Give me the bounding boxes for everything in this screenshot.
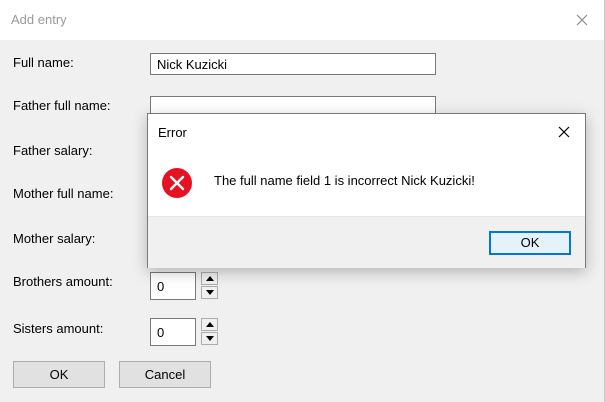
father-full-name-label: Father full name: (13, 98, 111, 113)
arrow-up-icon (206, 322, 214, 327)
error-icon (161, 167, 193, 199)
cancel-button[interactable]: Cancel (119, 361, 211, 388)
full-name-label: Full name: (13, 55, 74, 70)
brothers-spin-down[interactable] (201, 286, 218, 299)
error-dialog-footer: OK (148, 216, 585, 268)
arrow-down-icon (206, 290, 214, 295)
window-title: Add entry (11, 12, 67, 27)
title-bar: Add entry (0, 0, 604, 40)
arrow-down-icon (206, 336, 214, 341)
father-salary-label: Father salary: (13, 143, 93, 158)
mother-full-name-label: Mother full name: (13, 186, 114, 201)
mother-salary-label: Mother salary: (13, 231, 96, 246)
close-icon[interactable] (572, 10, 592, 30)
brothers-amount-label: Brothers amount: (13, 274, 113, 289)
sisters-spin-down[interactable] (201, 332, 218, 345)
full-name-field[interactable] (150, 53, 436, 75)
sisters-amount-label: Sisters amount: (13, 321, 104, 336)
ok-button[interactable]: OK (13, 361, 105, 388)
error-message: The full name field 1 is incorrect Nick … (214, 173, 475, 188)
brothers-amount-field[interactable] (150, 272, 196, 300)
arrow-up-icon (206, 276, 214, 281)
sisters-amount-field[interactable] (150, 318, 196, 346)
error-ok-button[interactable]: OK (489, 231, 571, 255)
brothers-spin-up[interactable] (201, 272, 218, 285)
sisters-spin-up[interactable] (201, 318, 218, 331)
close-icon[interactable] (555, 123, 573, 141)
error-dialog: Error The full name field 1 is incorrect… (147, 113, 586, 268)
error-dialog-title: Error (158, 125, 187, 140)
